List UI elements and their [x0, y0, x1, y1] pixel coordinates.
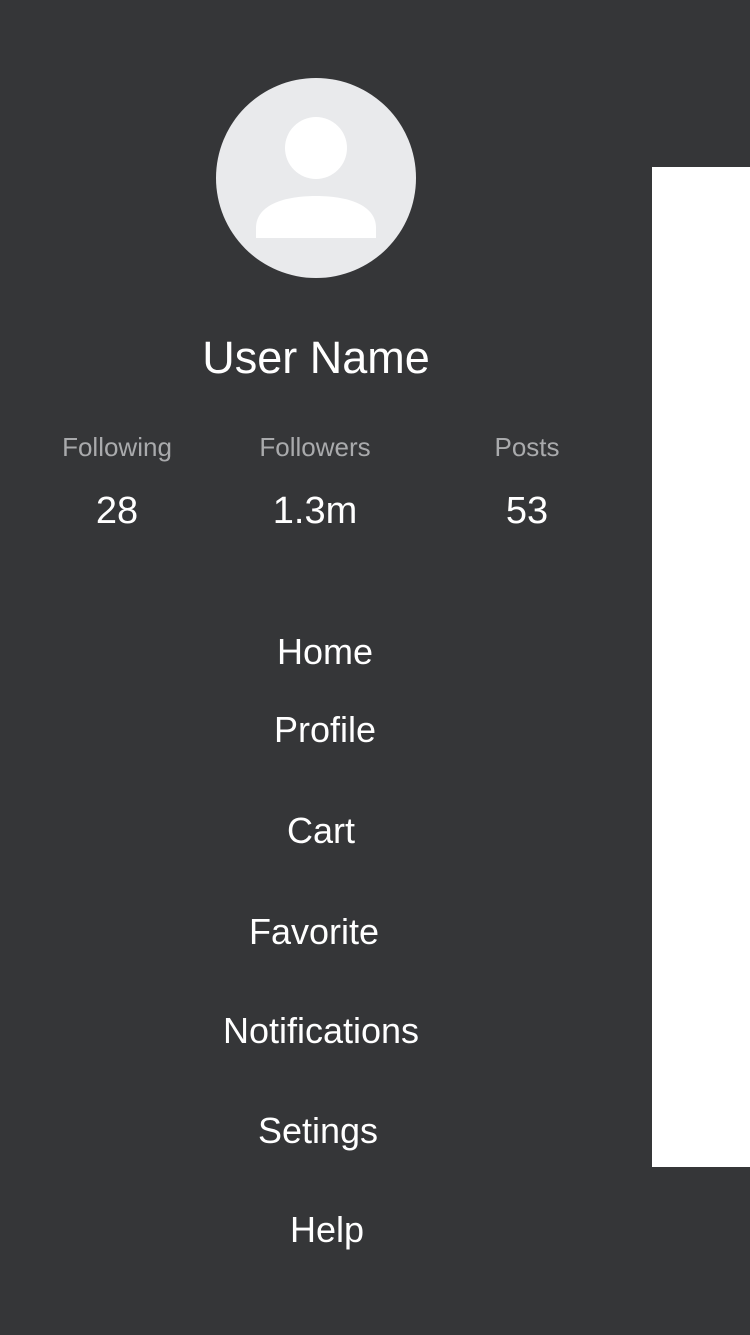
- menu-item-cart[interactable]: Cart: [171, 809, 471, 853]
- user-name: User Name: [202, 332, 430, 383]
- followers-label: Followers: [259, 432, 371, 462]
- menu-item-home[interactable]: Home: [175, 630, 475, 674]
- menu-item-help[interactable]: Help: [177, 1208, 477, 1252]
- following-count: 28: [95, 490, 139, 532]
- menu-item-notifications[interactable]: Notifications: [171, 1009, 471, 1053]
- menu-item-favorite[interactable]: Favorite: [164, 910, 464, 954]
- avatar[interactable]: [216, 78, 416, 278]
- posts-label: Posts: [494, 432, 560, 462]
- menu-item-profile[interactable]: Profile: [175, 708, 475, 752]
- posts-stat[interactable]: Posts 53: [427, 430, 627, 532]
- following-label: Following: [62, 432, 172, 462]
- menu-item-settings[interactable]: Setings: [168, 1109, 468, 1153]
- navigation-drawer: User Name Following 28 Followers 1.3m Po…: [0, 0, 652, 1335]
- posts-count: 53: [505, 490, 549, 532]
- followers-stat[interactable]: Followers 1.3m: [215, 430, 415, 532]
- followers-count: 1.3m: [272, 490, 358, 532]
- user-silhouette-icon: [256, 117, 376, 238]
- main-content-panel[interactable]: [652, 167, 750, 1167]
- following-stat[interactable]: Following 28: [17, 430, 217, 532]
